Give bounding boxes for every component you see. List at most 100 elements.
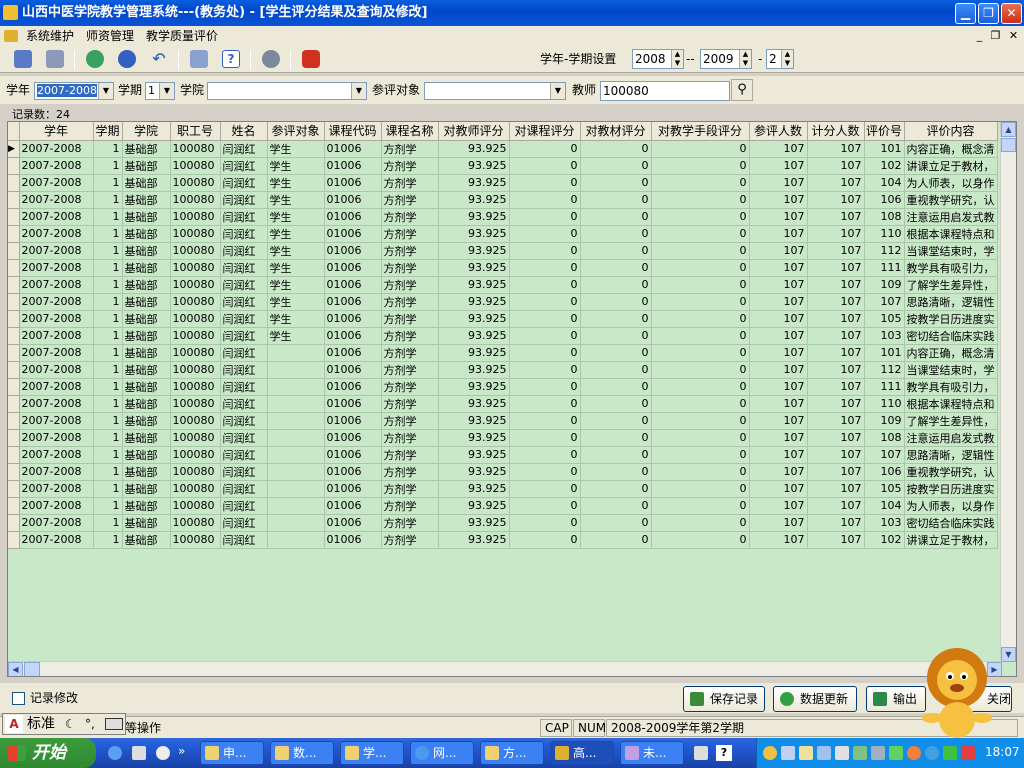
table-cell[interactable]: 基础部 [122,174,171,192]
table-cell[interactable]: 1 [93,157,123,175]
table-cell[interactable]: 1 [93,514,123,532]
table-cell[interactable]: 01006 [324,463,382,481]
table-cell[interactable]: 方剂学 [381,395,439,413]
table-cell[interactable]: 基础部 [122,259,171,277]
row-indicator[interactable] [8,327,20,345]
table-row[interactable]: 2007-2008 1 基础部 100080 闫润红 01006 方剂学 93.925 0 0 0 1… [8,463,998,481]
table-cell[interactable]: 基础部 [122,497,171,515]
table-cell[interactable]: 闫润红 [220,242,268,260]
table-cell[interactable]: 2007-2008 [19,344,94,362]
menu-system[interactable]: 系统维护 [26,26,74,46]
table-cell[interactable]: 107 [749,208,808,226]
table-cell[interactable]: 107 [807,395,865,413]
table-cell[interactable]: 2007-2008 [19,157,94,175]
table-cell[interactable]: 107 [749,344,808,362]
column-header[interactable]: 对课程评分 [509,122,581,141]
spin-arrows-icon[interactable]: ▲ ▼ [739,50,751,68]
table-cell[interactable]: 107 [807,293,865,311]
table-cell[interactable]: 93.925 [438,463,510,481]
globe-icon[interactable] [86,50,104,68]
table-cell[interactable]: 100080 [170,174,221,192]
table-cell[interactable]: 2007-2008 [19,361,94,379]
restore-button[interactable]: ❐ [978,3,999,24]
table-cell[interactable]: 闫润红 [220,293,268,311]
table-cell[interactable]: 107 [807,208,865,226]
table-cell[interactable]: 107 [807,378,865,396]
table-cell[interactable]: 2007-2008 [19,514,94,532]
table-cell[interactable]: 基础部 [122,361,171,379]
table-cell[interactable]: 方剂学 [381,378,439,396]
row-indicator[interactable] [8,157,20,175]
column-header[interactable]: 参评人数 [749,122,808,141]
table-row[interactable]: 2007-2008 1 基础部 100080 闫润红 01006 方剂学 93.925 0 0 0 1… [8,412,998,430]
table-cell[interactable]: 100080 [170,395,221,413]
row-indicator[interactable] [8,191,20,209]
table-cell[interactable]: 内容正确，概念清 [904,140,998,158]
table-cell[interactable]: 闫润红 [220,497,268,515]
table-cell[interactable]: 学生 [267,208,325,226]
table-cell[interactable]: 学生 [267,310,325,328]
table-cell[interactable]: 107 [749,395,808,413]
table-cell[interactable]: 方剂学 [381,480,439,498]
table-cell[interactable]: 2007-2008 [19,242,94,260]
menu-faculty[interactable]: 师资管理 [86,26,134,46]
table-row[interactable]: 2007-2008 1 基础部 100080 闫润红 学生 01006 方剂学 93.925 0 0… [8,225,998,243]
table-cell[interactable]: 01006 [324,327,382,345]
year-from-stepper[interactable]: 2008 ▲ ▼ [632,49,684,69]
table-cell[interactable]: 学生 [267,174,325,192]
table-cell[interactable]: 107 [749,259,808,277]
table-cell[interactable]: 103 [864,514,905,532]
table-cell[interactable]: 0 [580,514,652,532]
row-indicator[interactable] [8,208,20,226]
table-cell[interactable]: 基础部 [122,140,171,158]
table-cell[interactable]: 01006 [324,225,382,243]
column-header[interactable]: 评价号 [864,122,905,141]
table-cell[interactable]: 107 [807,310,865,328]
table-cell[interactable]: 01006 [324,514,382,532]
column-header[interactable]: 对教材评分 [580,122,652,141]
table-cell[interactable]: 0 [580,480,652,498]
table-cell[interactable]: 0 [651,157,750,175]
table-cell[interactable]: 93.925 [438,497,510,515]
table-cell[interactable]: 了解学生差异性， [904,276,998,294]
table-cell[interactable]: 107 [749,191,808,209]
table-cell[interactable]: 107 [807,157,865,175]
scroll-left-icon[interactable]: ◀ [8,662,23,676]
horizontal-scrollbar[interactable]: ◀ ▶ [8,661,1002,676]
row-indicator[interactable] [8,310,20,328]
task-item[interactable]: 方... [480,741,544,765]
chevron-down-icon[interactable]: ▼ [159,83,174,99]
display-tray-icon[interactable] [817,746,831,760]
table-cell[interactable]: 闫润红 [220,514,268,532]
table-cell[interactable]: 2007-2008 [19,395,94,413]
keyboard-icon[interactable] [105,718,123,730]
table-cell[interactable]: 01006 [324,429,382,447]
table-cell[interactable]: 107 [749,327,808,345]
table-row[interactable]: 2007-2008 1 基础部 100080 闫润红 01006 方剂学 93.925 0 0 0 1… [8,344,998,362]
table-cell[interactable]: 112 [864,361,905,379]
table-cell[interactable]: 93.925 [438,310,510,328]
table-cell[interactable]: 100080 [170,140,221,158]
table-cell[interactable]: 01006 [324,395,382,413]
row-indicator[interactable] [8,225,20,243]
table-cell[interactable]: 0 [651,259,750,277]
table-cell[interactable] [267,446,325,464]
table-row[interactable]: 2007-2008 1 基础部 100080 闫润红 01006 方剂学 93.925 0 0 0 1… [8,497,998,515]
current-row-indicator[interactable]: ▶ [8,140,20,158]
table-cell[interactable]: 方剂学 [381,344,439,362]
row-indicator[interactable] [8,514,20,532]
table-cell[interactable]: 思路清晰，逻辑性 [904,446,998,464]
table-cell[interactable]: 107 [749,412,808,430]
table-cell[interactable]: 方剂学 [381,429,439,447]
table-cell[interactable]: 100080 [170,276,221,294]
table-row[interactable]: 2007-2008 1 基础部 100080 闫润红 学生 01006 方剂学 93.925 0 0… [8,310,998,328]
table-cell[interactable]: 0 [509,344,581,362]
table-cell[interactable]: 0 [651,412,750,430]
menu-quality[interactable]: 教学质量评价 [146,26,218,46]
table-cell[interactable]: 107 [807,446,865,464]
table-cell[interactable]: 0 [580,208,652,226]
table-cell[interactable]: 2007-2008 [19,412,94,430]
table-cell[interactable]: 1 [93,344,123,362]
column-header[interactable]: 学院 [122,122,171,141]
table-cell[interactable]: 93.925 [438,327,510,345]
